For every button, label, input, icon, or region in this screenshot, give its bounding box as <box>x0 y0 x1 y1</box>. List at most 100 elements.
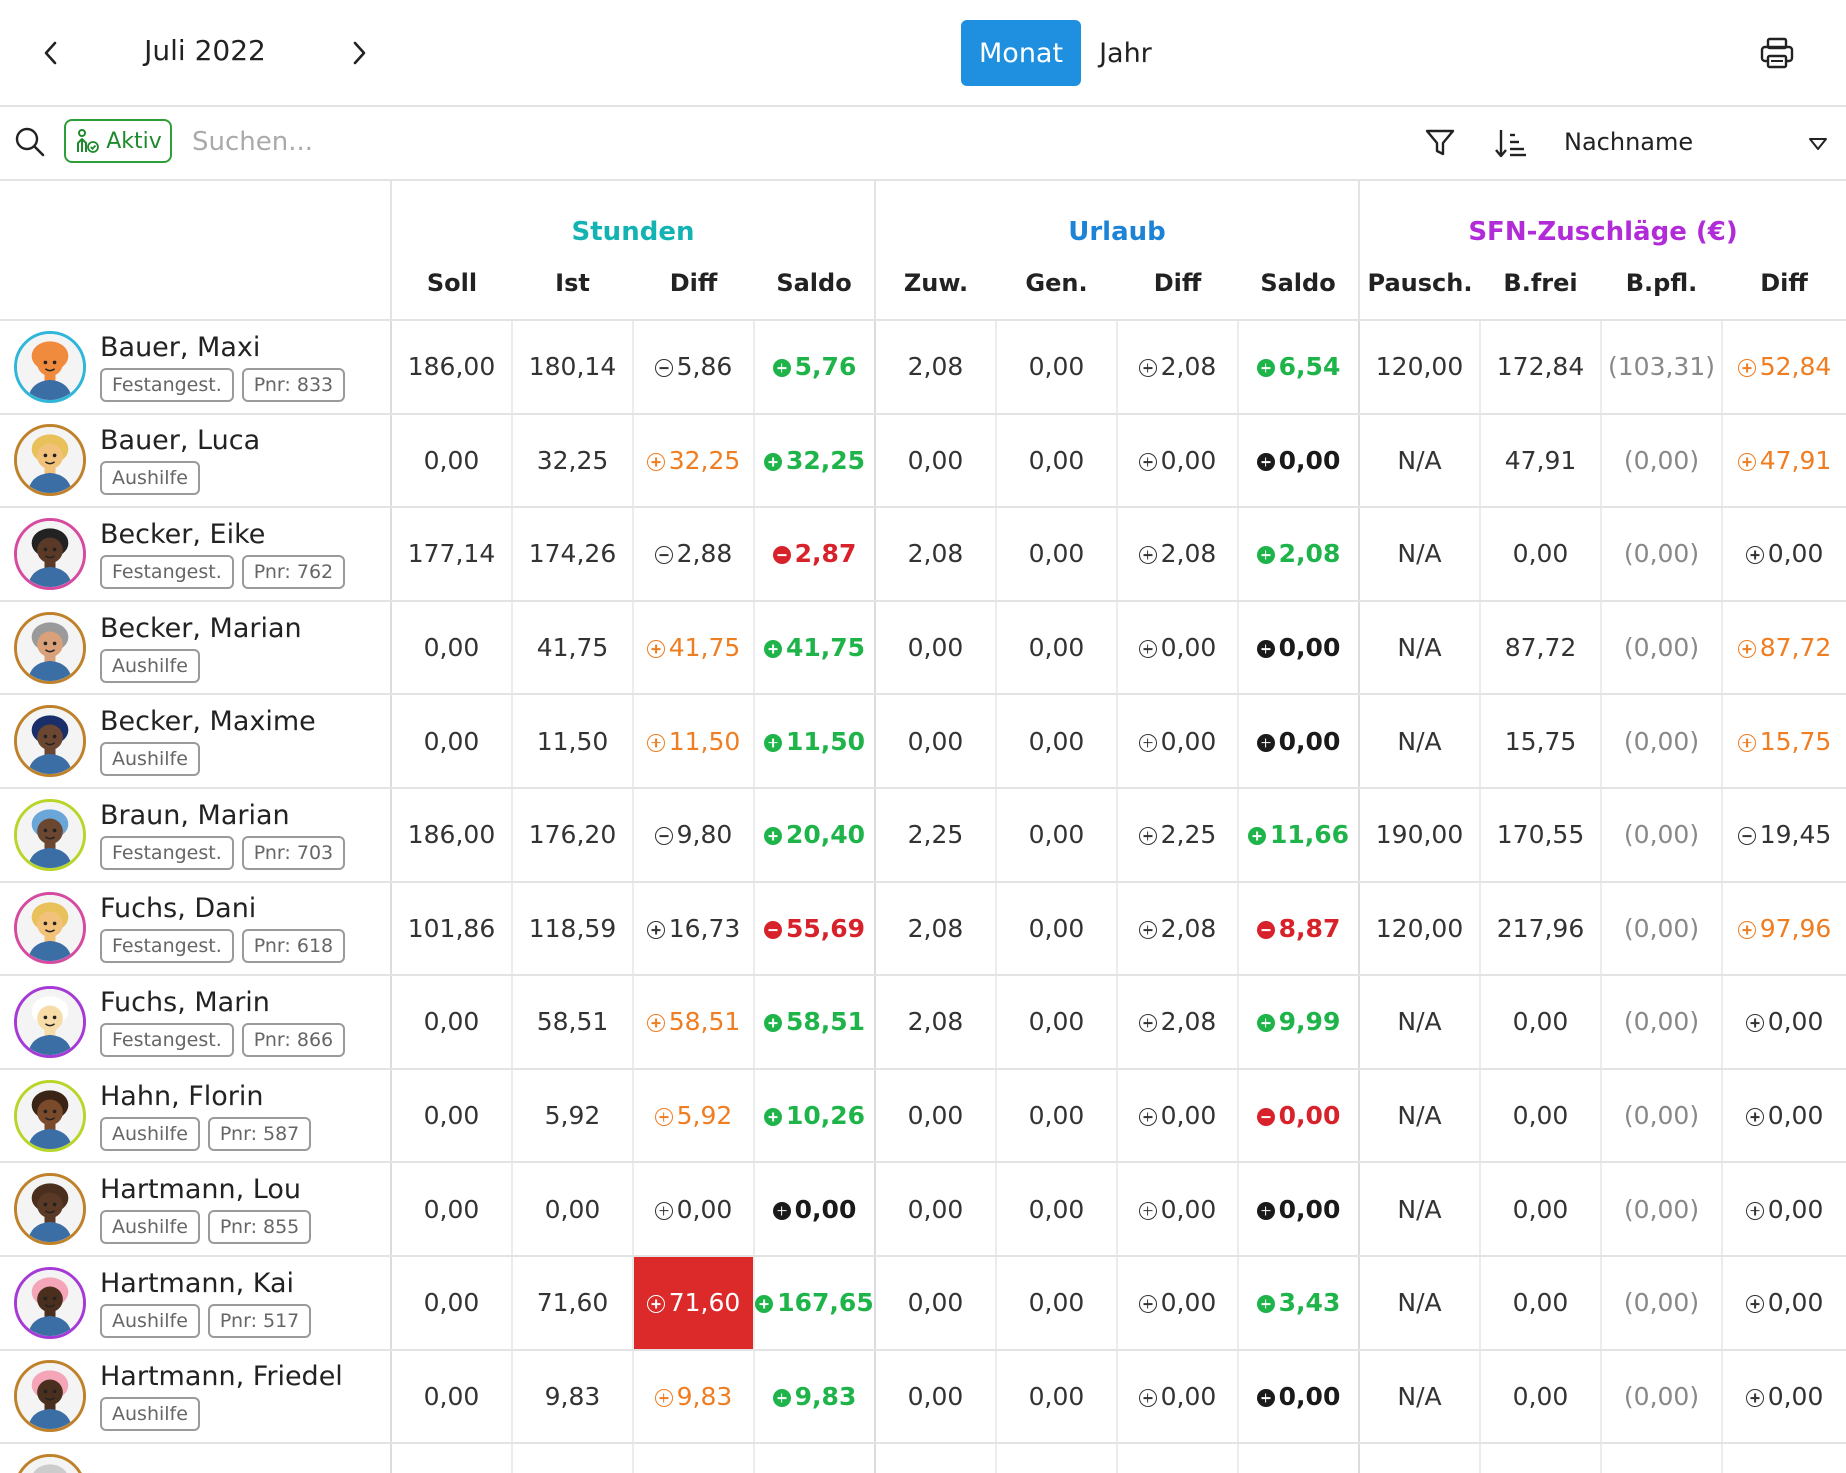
table-row[interactable]: Hartmann, Lou Aushilfe Pnr: 855 0,00 0,00… <box>0 1162 1846 1257</box>
column-header-pausch[interactable]: Pausch. <box>1358 247 1481 321</box>
column-header-soll[interactable]: Soll <box>390 247 512 321</box>
sort-icon[interactable] <box>1494 127 1528 159</box>
zuw-cell <box>874 1443 996 1473</box>
plus-circle-icon <box>1737 359 1756 378</box>
print-button[interactable] <box>1758 34 1796 72</box>
table-row[interactable]: Braun, Marian Festangest. Pnr: 703 186,00… <box>0 787 1846 883</box>
employee-name: Fuchs, Marin <box>100 986 270 1018</box>
plus-circle-icon <box>1745 1388 1764 1407</box>
employee-info: Hartmann, Kai Aushilfe Pnr: 517 <box>0 1266 390 1339</box>
employee-cell[interactable]: Hartmann, Kai Aushilfe Pnr: 517 <box>0 1255 391 1351</box>
column-header-urlaub-saldo[interactable]: Saldo <box>1238 247 1360 321</box>
bfrei-cell: 0,00 <box>1479 975 1602 1070</box>
soll-cell: 0,00 <box>390 1255 512 1351</box>
column-header-diff[interactable]: Diff <box>633 247 754 321</box>
view-year-button[interactable]: Jahr <box>1081 20 1170 86</box>
saldo-cell: 11,50 <box>753 694 875 789</box>
previous-month-button[interactable] <box>36 36 66 70</box>
employee-text: Hartmann, Friedel Aushilfe <box>100 1361 343 1432</box>
bfrei-cell: 47,91 <box>1479 413 1602 509</box>
urlaub-diff-cell: 0,00 <box>1116 1068 1238 1164</box>
filter-icon[interactable] <box>1424 127 1456 159</box>
search-icon[interactable] <box>14 126 46 158</box>
employee-info: Becker, Eike Festangest. Pnr: 762 <box>0 517 390 590</box>
diff-cell: 41,75 <box>632 600 754 696</box>
employee-cell[interactable]: Bauer, Maxi Festangest. Pnr: 833 <box>0 320 391 415</box>
plus-circle-icon <box>1256 640 1275 659</box>
employee-cell[interactable]: Hartmann, Friedel Aushilfe <box>0 1349 391 1445</box>
column-header-gen[interactable]: Gen. <box>996 247 1117 321</box>
employee-cell[interactable]: Becker, Marian Aushilfe <box>0 600 391 696</box>
sfn-diff-cell: 19,45 <box>1721 787 1846 883</box>
employee-cell[interactable]: Becker, Eike Festangest. Pnr: 762 <box>0 507 391 602</box>
column-header-ist[interactable]: Ist <box>512 247 633 321</box>
table-row[interactable]: Hahn, Florin Aushilfe Pnr: 587 0,00 5,92 … <box>0 1068 1846 1164</box>
sort-field-select[interactable]: Nachname <box>1562 123 1830 163</box>
column-header-urlaub-diff[interactable]: Diff <box>1117 247 1238 321</box>
table-row[interactable]: Herrmann, Karli <box>0 1443 1846 1473</box>
employee-tags: Festangest. Pnr: 866 <box>100 1022 346 1057</box>
plus-circle-icon <box>654 1201 673 1220</box>
employee-cell[interactable]: Becker, Maxime Aushilfe <box>0 694 391 789</box>
table-row[interactable]: Bauer, Luca Aushilfe 0,00 32,25 32,25 32… <box>0 413 1846 509</box>
plus-circle-icon <box>1138 1014 1157 1033</box>
sfn-diff-cell: 0,00 <box>1721 975 1846 1070</box>
active-filter-chip[interactable]: Aktiv <box>64 119 172 163</box>
table-row[interactable]: Hartmann, Kai Aushilfe Pnr: 517 0,00 71,6… <box>0 1255 1846 1351</box>
urlaub-saldo-cell: 11,66 <box>1236 787 1360 883</box>
table-row[interactable]: Becker, Maxime Aushilfe 0,00 11,50 11,50… <box>0 694 1846 789</box>
employee-cell[interactable]: Bauer, Luca Aushilfe <box>0 413 391 509</box>
gen-cell: 0,00 <box>995 1255 1117 1351</box>
employee-cell[interactable]: Fuchs, Marin Festangest. Pnr: 866 <box>0 975 391 1070</box>
column-header-bpfl[interactable]: B.pfl. <box>1601 247 1723 321</box>
column-header-sfn-diff[interactable]: Diff <box>1722 247 1846 321</box>
next-month-button[interactable] <box>344 36 374 70</box>
chevron-left-icon <box>44 41 57 65</box>
avatar <box>14 424 86 497</box>
ist-cell: 118,59 <box>511 881 633 977</box>
search-input[interactable] <box>190 121 894 163</box>
table-row[interactable]: Fuchs, Marin Festangest. Pnr: 866 0,00 58… <box>0 975 1846 1070</box>
soll-cell: 177,14 <box>390 507 512 602</box>
gen-cell: 0,00 <box>995 600 1117 696</box>
urlaub-saldo-cell: 6,54 <box>1236 320 1360 415</box>
employee-cell[interactable]: Fuchs, Dani Festangest. Pnr: 618 <box>0 881 391 977</box>
avatar <box>14 1079 86 1152</box>
sfn-diff-cell: 97,96 <box>1721 881 1846 977</box>
bfrei-cell: 217,96 <box>1479 881 1602 977</box>
urlaub-diff-cell: 2,08 <box>1116 881 1238 977</box>
diff-cell: 9,83 <box>632 1349 754 1445</box>
personnel-number-badge: Pnr: 517 <box>207 1303 312 1338</box>
plus-circle-icon <box>1138 1295 1157 1314</box>
employee-cell[interactable]: Hahn, Florin Aushilfe Pnr: 587 <box>0 1068 391 1164</box>
gen-cell: 0,00 <box>995 881 1117 977</box>
table-row[interactable]: Becker, Eike Festangest. Pnr: 762 177,14 … <box>0 507 1846 602</box>
pausch-cell: N/A <box>1358 975 1481 1070</box>
ist-cell: 71,60 <box>511 1255 633 1351</box>
diff-cell: 16,73 <box>632 881 754 977</box>
table-row[interactable]: Fuchs, Dani Festangest. Pnr: 618 101,86 1… <box>0 881 1846 977</box>
column-header-bfrei[interactable]: B.frei <box>1480 247 1602 321</box>
plus-circle-icon <box>1138 920 1157 939</box>
employee-text: Hahn, Florin Aushilfe Pnr: 587 <box>100 1081 312 1151</box>
plus-circle-icon <box>1138 359 1157 378</box>
employee-cell[interactable]: Herrmann, Karli <box>0 1443 391 1473</box>
table-row[interactable]: Bauer, Maxi Festangest. Pnr: 833 186,00 1… <box>0 320 1846 415</box>
table-row[interactable]: Hartmann, Friedel Aushilfe 0,00 9,83 9,8… <box>0 1349 1846 1445</box>
sfn-diff-cell: 0,00 <box>1721 1349 1846 1445</box>
employee-cell[interactable]: Braun, Marian Festangest. Pnr: 703 <box>0 787 391 883</box>
bpfl-cell: (0,00) <box>1600 694 1723 789</box>
table-row[interactable]: Becker, Marian Aushilfe 0,00 41,75 41,75… <box>0 600 1846 696</box>
employee-cell[interactable]: Hartmann, Lou Aushilfe Pnr: 855 <box>0 1162 391 1257</box>
view-month-button[interactable]: Monat <box>961 20 1082 86</box>
saldo-cell: 10,26 <box>753 1068 875 1164</box>
column-header-saldo[interactable]: Saldo <box>754 247 875 321</box>
plus-circle-icon <box>646 640 665 659</box>
urlaub-saldo-cell: 3,43 <box>1236 1255 1360 1351</box>
bpfl-cell: (0,00) <box>1600 1162 1723 1257</box>
column-header-zuw[interactable]: Zuw. <box>874 247 996 321</box>
ist-cell: 11,50 <box>511 694 633 789</box>
saldo-cell: 167,65 <box>753 1255 875 1351</box>
employee-tags: Aushilfe <box>100 742 316 777</box>
employee-text: Braun, Marian Festangest. Pnr: 703 <box>100 800 346 870</box>
